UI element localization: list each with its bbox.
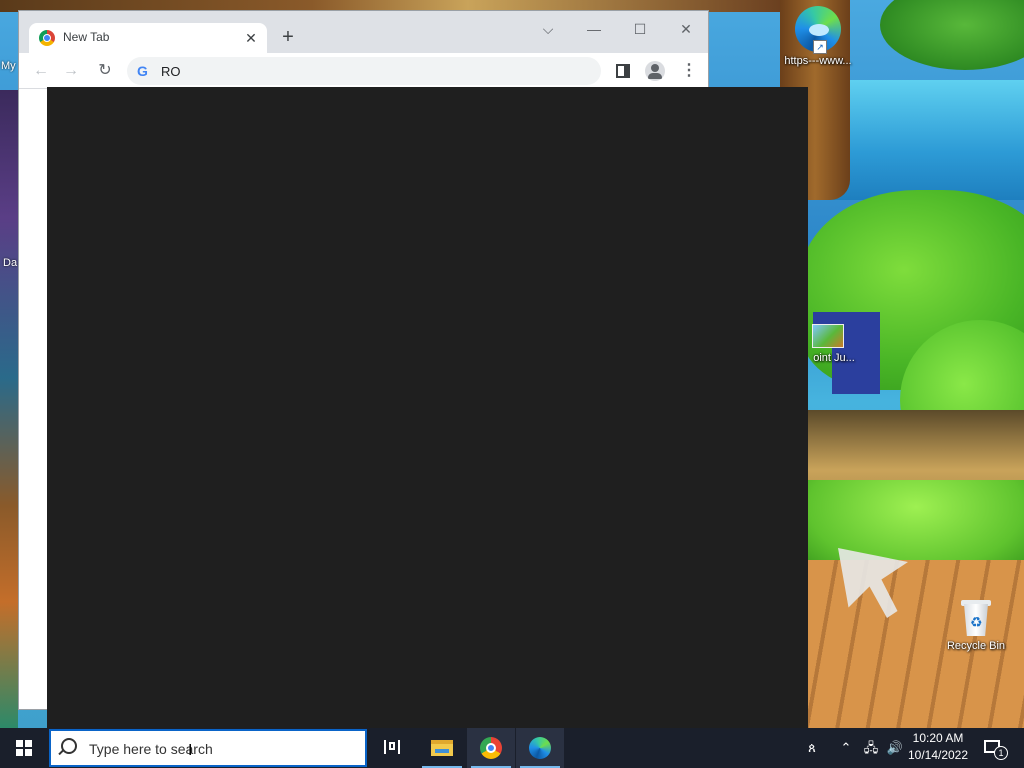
profile-button[interactable]	[641, 57, 669, 85]
taskbar: Type here to search ጰ ⌃ 🖧 🔊 10:20 AM 10/…	[0, 728, 1024, 768]
file-explorer-button[interactable]	[418, 728, 466, 768]
clock-time: 10:20 AM	[912, 731, 964, 745]
network-icon[interactable]: 🖧	[860, 728, 882, 768]
minimize-button[interactable]: —	[571, 15, 617, 43]
desktop-icon-label: Recycle Bin	[946, 640, 1006, 652]
profile-avatar-icon	[645, 60, 665, 81]
recycle-bin-icon: ♻	[958, 596, 994, 636]
desktop-icon-edge-shortcut[interactable]: ↗ https---www...	[780, 6, 856, 67]
shortcut-arrow-icon: ↗	[813, 40, 827, 54]
tab-search-button[interactable]: ⌵	[525, 15, 571, 43]
desktop-icon-label: oint Ju...	[813, 352, 855, 364]
chrome-menu-button[interactable]: ⋮	[675, 57, 703, 85]
edge-icon	[529, 737, 551, 759]
taskbar-chrome-button[interactable]	[467, 728, 515, 768]
forward-button[interactable]: →	[57, 57, 85, 85]
side-panel-button[interactable]	[609, 57, 637, 85]
desktop-icon-label: https---www...	[784, 55, 852, 67]
new-tab-button[interactable]: +	[275, 25, 301, 51]
taskbar-edge-button[interactable]	[516, 728, 564, 768]
edge-icon: ↗	[795, 6, 841, 54]
desktop-icon-label-partial[interactable]: Da	[3, 257, 17, 269]
chrome-icon	[480, 737, 502, 759]
text-cursor-icon: I	[188, 742, 193, 759]
tab-title: New Tab	[63, 30, 110, 44]
task-view-button[interactable]	[368, 728, 416, 768]
desktop-icon-label-partial[interactable]: My	[1, 60, 16, 72]
search-placeholder: Type here to search	[89, 741, 213, 757]
address-bar-text[interactable]: RO	[161, 64, 181, 79]
chrome-icon	[39, 30, 55, 46]
tab-close-button[interactable]: ✕	[241, 28, 261, 48]
show-hidden-icons-button[interactable]: ⌃	[836, 728, 856, 768]
people-icon[interactable]: ጰ	[798, 728, 826, 768]
action-center-button[interactable]: 1	[980, 728, 1020, 768]
reload-button[interactable]: ↻	[91, 57, 119, 85]
volume-icon[interactable]: 🔊	[884, 728, 906, 768]
close-window-button[interactable]: ✕	[663, 15, 709, 43]
address-bar[interactable]: G RO	[127, 57, 601, 85]
windows-icon	[16, 740, 32, 756]
notification-count-badge: 1	[994, 746, 1008, 760]
desktop-icon-game-shortcut[interactable]: oint Ju...	[808, 324, 860, 364]
title-bar[interactable]: New Tab ✕ + ⌵ — ☐ ✕	[19, 11, 708, 53]
google-icon: G	[137, 63, 148, 79]
tab-new-tab[interactable]: New Tab ✕	[29, 23, 267, 53]
taskbar-search-box[interactable]: Type here to search	[49, 729, 367, 767]
start-button[interactable]	[0, 728, 48, 768]
file-explorer-icon	[431, 740, 453, 756]
browser-toolbar: ← → ↻ G RO ⋮	[19, 53, 708, 89]
desktop-icon-recycle-bin[interactable]: ♻ Recycle Bin	[942, 596, 1010, 652]
task-view-icon	[384, 740, 400, 754]
search-icon	[61, 738, 77, 754]
game-thumbnail-icon	[812, 324, 844, 348]
taskbar-clock[interactable]: 10:20 AM 10/14/2022	[906, 730, 970, 764]
clock-date: 10/14/2022	[907, 748, 969, 762]
maximize-button[interactable]: ☐	[617, 15, 663, 43]
side-panel-icon	[616, 63, 630, 78]
blank-dark-window[interactable]	[47, 87, 808, 728]
back-button[interactable]: ←	[27, 57, 55, 85]
